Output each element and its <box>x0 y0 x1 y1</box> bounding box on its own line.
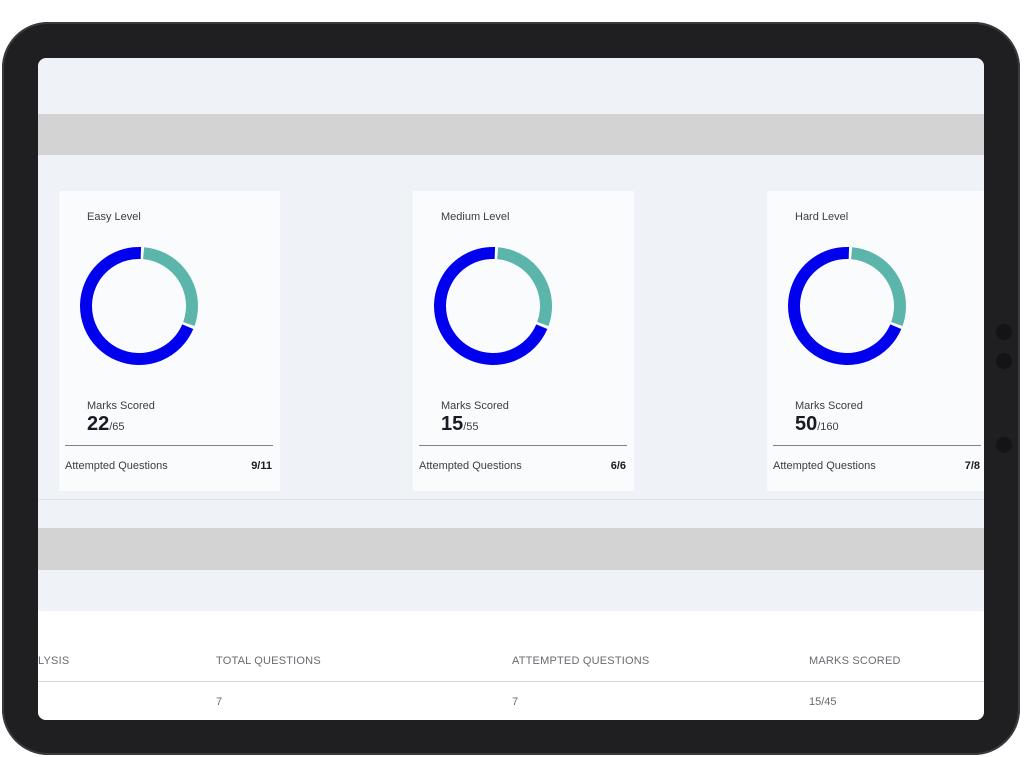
donut-chart <box>434 247 552 365</box>
marks-score: 22 <box>87 413 110 435</box>
donut-arc-attempted <box>434 247 552 365</box>
section-divider <box>38 499 984 500</box>
card-title: Easy Level <box>87 211 141 223</box>
marks-total: /160 <box>817 421 839 433</box>
marks-label: Marks Scored <box>87 400 155 412</box>
table-cell-attempted-questions: 7 <box>512 696 519 708</box>
hard-level-card: Hard Level Marks Scored 50/160 Attempted… <box>767 191 984 491</box>
donut-arc-attempted <box>788 247 906 365</box>
marks-label: Marks Scored <box>441 400 509 412</box>
attempted-value: 9/11 <box>251 460 272 472</box>
table-cell-total-questions: 7 <box>216 696 223 708</box>
table-header-analysis: LYSIS <box>38 655 70 667</box>
attempted-label: Attempted Questions <box>773 460 876 472</box>
card-title: Hard Level <box>795 211 849 223</box>
marks-label: Marks Scored <box>795 400 863 412</box>
marks-total: /65 <box>109 421 125 433</box>
attempted-value: 6/6 <box>610 460 626 472</box>
card-divider <box>773 445 981 446</box>
attempted-value: 7/8 <box>964 460 980 472</box>
easy-level-card: Easy Level Marks Scored 22/65 Attempted … <box>59 191 280 491</box>
card-title: Medium Level <box>441 211 510 223</box>
side-button <box>996 437 1012 453</box>
marks-value: 50/160 <box>795 413 839 436</box>
marks-score: 50 <box>795 413 818 435</box>
attempted-label: Attempted Questions <box>65 460 168 472</box>
section-header-bar <box>38 114 984 155</box>
marks-value: 22/65 <box>87 413 125 436</box>
side-button <box>996 324 1012 340</box>
table-header-attempted-questions: ATTEMPTED QUESTIONS <box>512 655 650 667</box>
table-cell-marks-scored: 15/45 <box>809 696 837 708</box>
table-header-total-questions: TOTAL QUESTIONS <box>216 655 321 667</box>
attempted-label: Attempted Questions <box>419 460 522 472</box>
donut-arc-attempted <box>80 247 198 365</box>
table-header-marks-scored: MARKS SCORED <box>809 655 901 667</box>
marks-score: 15 <box>441 413 464 435</box>
card-divider <box>419 445 627 446</box>
section-header-bar <box>38 528 984 570</box>
donut-chart <box>80 247 198 365</box>
screen: Easy Level Marks Scored 22/65 Attempted … <box>38 58 984 720</box>
marks-total: /55 <box>463 421 479 433</box>
marks-value: 15/55 <box>441 413 479 436</box>
table-row-divider <box>38 681 984 682</box>
card-divider <box>65 445 273 446</box>
analysis-table: LYSIS TOTAL QUESTIONS ATTEMPTED QUESTION… <box>38 611 984 720</box>
donut-chart <box>788 247 906 365</box>
side-button <box>996 353 1012 369</box>
medium-level-card: Medium Level Marks Scored 15/55 Attempte… <box>413 191 634 491</box>
